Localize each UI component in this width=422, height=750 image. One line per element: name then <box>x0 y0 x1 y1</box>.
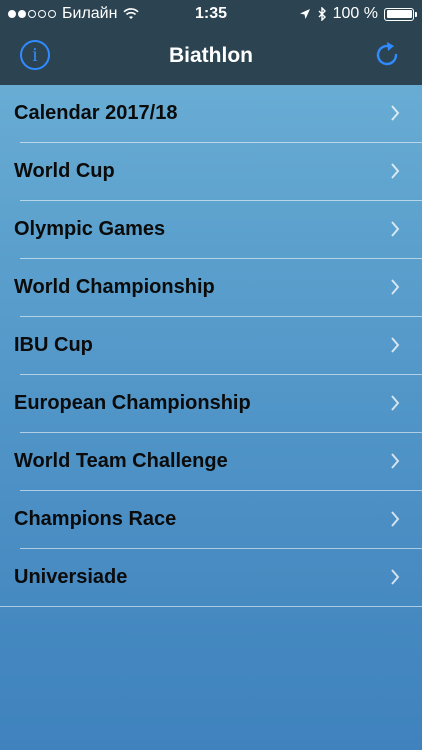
status-right: 100 % <box>299 5 417 23</box>
chevron-right-icon <box>391 511 400 527</box>
menu-item-european-championship[interactable]: European Championship <box>0 375 422 433</box>
chevron-right-icon <box>391 337 400 353</box>
battery-fill <box>386 10 412 18</box>
menu-item-olympic-games[interactable]: Olympic Games <box>0 201 422 259</box>
menu-item-label: Champions Race <box>14 508 177 530</box>
menu-item-champions-race[interactable]: Champions Race <box>0 491 422 549</box>
chevron-right-icon <box>391 569 400 585</box>
menu-item-calendar[interactable]: Calendar 2017/18 <box>0 85 422 143</box>
chevron-right-icon <box>391 163 400 179</box>
bluetooth-icon <box>318 7 326 21</box>
menu-item-label: European Championship <box>14 392 251 414</box>
top-bar: Билайн 1:35 100 % i Biathlon <box>0 0 422 85</box>
chevron-right-icon <box>391 221 400 237</box>
row-divider <box>0 606 422 607</box>
page-title: Biathlon <box>169 44 253 67</box>
menu-item-label: World Team Challenge <box>14 450 228 472</box>
battery-percent: 100 % <box>332 5 378 22</box>
menu-item-label: Olympic Games <box>14 218 166 240</box>
menu-item-world-cup[interactable]: World Cup <box>0 143 422 201</box>
chevron-right-icon <box>391 395 400 411</box>
navigation-bar: i Biathlon <box>0 30 422 85</box>
menu-item-universiade[interactable]: Universiade <box>0 549 422 607</box>
menu-item-label: IBU Cup <box>14 334 93 356</box>
refresh-button[interactable] <box>372 40 402 70</box>
menu-item-label: World Championship <box>14 276 215 298</box>
screen: Билайн 1:35 100 % i Biathlon Calendar 20… <box>0 0 422 750</box>
menu-item-ibu-cup[interactable]: IBU Cup <box>0 317 422 375</box>
location-arrow-icon <box>299 9 310 19</box>
menu-item-world-championship[interactable]: World Championship <box>0 259 422 317</box>
chevron-right-icon <box>391 279 400 295</box>
menu-item-label: Calendar 2017/18 <box>14 102 178 124</box>
menu-item-world-team-challenge[interactable]: World Team Challenge <box>0 433 422 491</box>
status-bar: Билайн 1:35 100 % <box>0 0 422 30</box>
menu-item-label: Universiade <box>14 566 128 588</box>
battery-icon <box>384 7 417 21</box>
menu-list: Calendar 2017/18 World Cup Olympic Games… <box>0 85 422 607</box>
chevron-right-icon <box>391 105 400 121</box>
refresh-icon <box>376 44 398 66</box>
menu-item-label: World Cup <box>14 160 115 182</box>
chevron-right-icon <box>391 453 400 469</box>
